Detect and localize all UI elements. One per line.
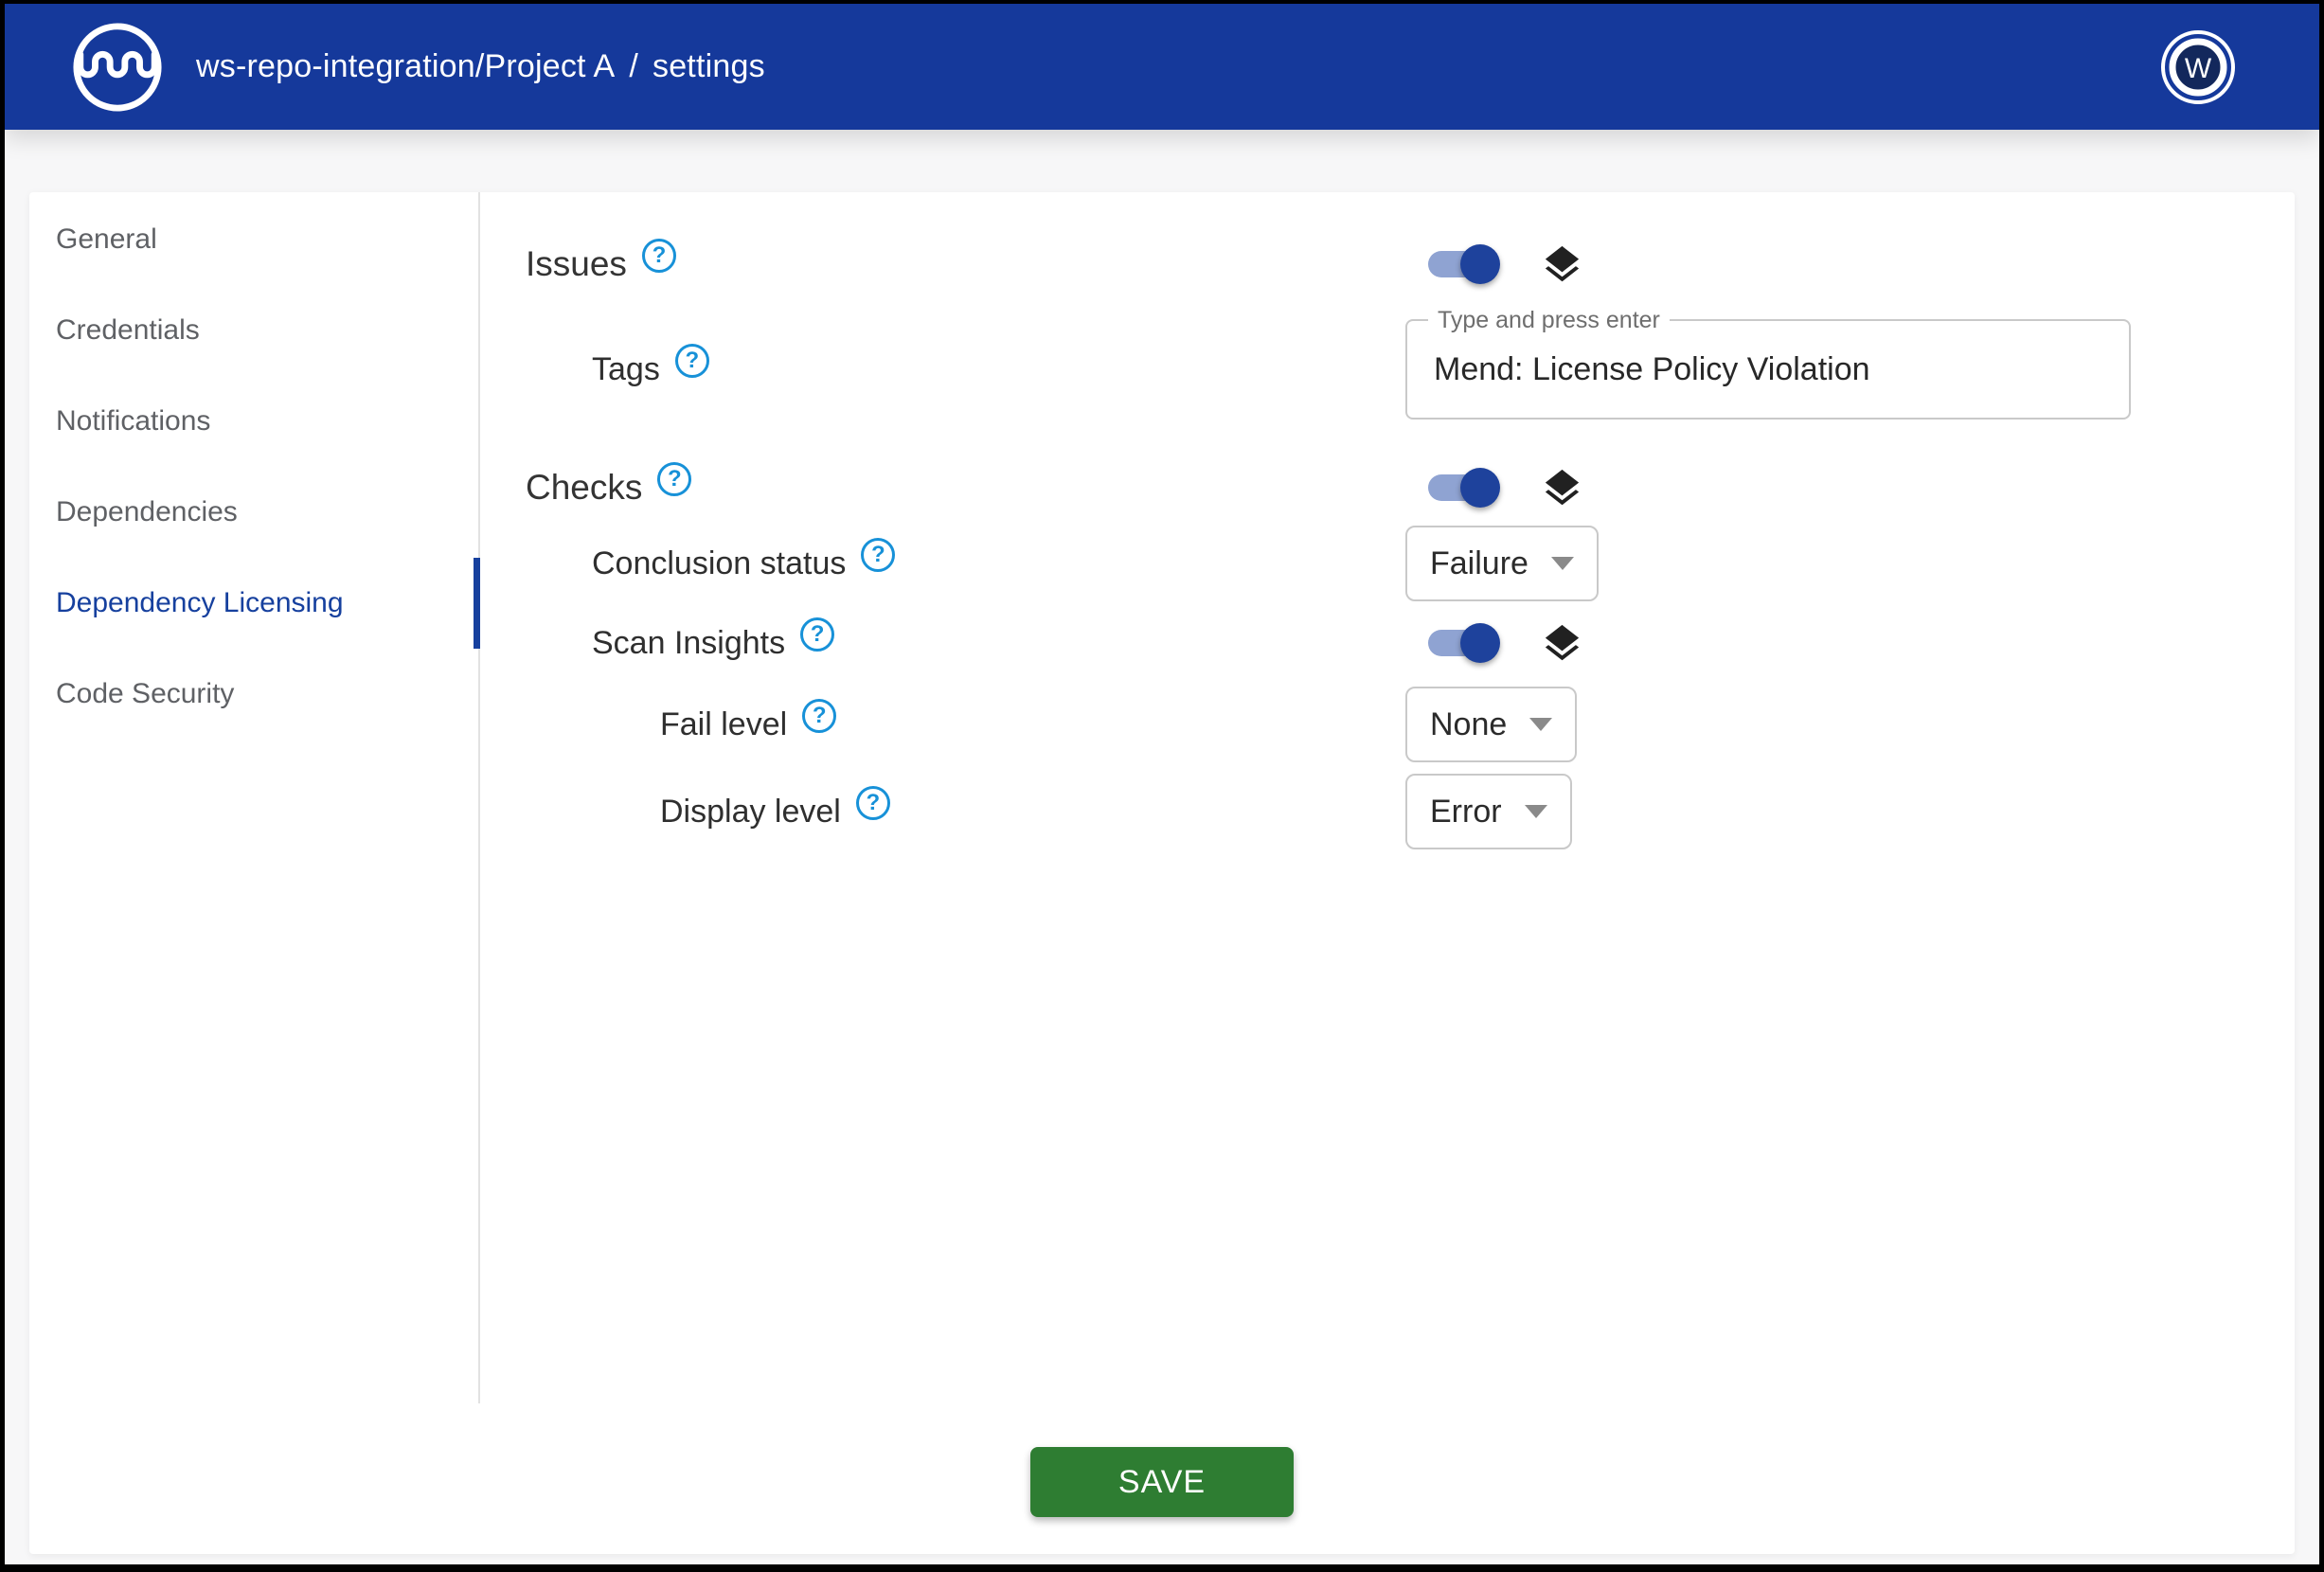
breadcrumb-separator: / xyxy=(629,48,638,85)
conclusion-status-select[interactable]: Failure xyxy=(1405,526,1599,601)
fail-level-select[interactable]: None xyxy=(1405,687,1577,762)
checks-row: Checks ? xyxy=(526,457,2295,518)
help-icon[interactable]: ? xyxy=(856,786,890,820)
scan-insights-toggle[interactable] xyxy=(1428,630,1498,656)
settings-card: General Credentials Notifications Depend… xyxy=(29,192,2295,1554)
sidebar-item-code-security[interactable]: Code Security xyxy=(29,649,478,740)
layers-icon[interactable] xyxy=(1540,242,1584,287)
issues-label: Issues xyxy=(526,244,627,284)
app-window: ws-repo-integration/Project A / settings… xyxy=(0,0,2324,1572)
tags-label: Tags xyxy=(592,351,660,388)
tags-row: Tags ? Type and press enter xyxy=(526,319,2295,420)
user-avatar[interactable]: W xyxy=(2160,29,2236,105)
dropdown-caret-icon xyxy=(1551,557,1574,570)
sidebar-item-dependencies[interactable]: Dependencies xyxy=(29,467,478,558)
conclusion-status-value: Failure xyxy=(1430,545,1528,582)
sidebar-item-notifications[interactable]: Notifications xyxy=(29,376,478,467)
conclusion-status-label: Conclusion status xyxy=(592,545,846,582)
display-level-label: Display level xyxy=(660,794,841,831)
sidebar-item-dependency-licensing[interactable]: Dependency Licensing xyxy=(29,558,478,649)
breadcrumb-page: settings xyxy=(653,48,765,85)
layers-icon[interactable] xyxy=(1540,621,1584,666)
fail-level-value: None xyxy=(1430,706,1507,743)
sidebar-item-credentials[interactable]: Credentials xyxy=(29,285,478,376)
dropdown-caret-icon xyxy=(1529,718,1552,731)
breadcrumb-project: ws-repo-integration/Project A xyxy=(196,48,615,85)
checks-label: Checks xyxy=(526,468,642,508)
settings-sidebar: General Credentials Notifications Depend… xyxy=(29,192,480,1403)
scan-insights-row: Scan Insights ? xyxy=(526,613,2295,673)
fail-level-row: Fail level ? None xyxy=(526,687,2295,762)
help-icon[interactable]: ? xyxy=(642,239,676,273)
help-icon[interactable]: ? xyxy=(802,699,836,733)
mend-logo-icon[interactable] xyxy=(71,21,164,114)
scan-insights-label: Scan Insights xyxy=(592,625,785,662)
issues-toggle[interactable] xyxy=(1428,251,1498,277)
save-row: SAVE xyxy=(29,1403,2295,1554)
help-icon[interactable]: ? xyxy=(861,538,895,572)
help-icon[interactable]: ? xyxy=(800,617,834,652)
layers-icon[interactable] xyxy=(1540,466,1584,510)
page-background: General Credentials Notifications Depend… xyxy=(5,130,2319,1564)
sidebar-item-general[interactable]: General xyxy=(29,194,478,285)
dropdown-caret-icon xyxy=(1525,805,1547,818)
tags-input-container: Type and press enter xyxy=(1405,319,2131,420)
settings-content: Issues ? Tags ? xyxy=(480,192,2295,1403)
display-level-select[interactable]: Error xyxy=(1405,774,1572,849)
conclusion-status-row: Conclusion status ? Failure xyxy=(526,526,2295,601)
help-icon[interactable]: ? xyxy=(657,462,691,496)
display-level-value: Error xyxy=(1430,794,1502,831)
top-header-bar: ws-repo-integration/Project A / settings… xyxy=(5,4,2319,130)
fail-level-label: Fail level xyxy=(660,706,787,743)
avatar-letter: W xyxy=(2185,53,2212,84)
display-level-row: Display level ? Error xyxy=(526,774,2295,849)
checks-toggle[interactable] xyxy=(1428,474,1498,501)
breadcrumb: ws-repo-integration/Project A / settings xyxy=(196,48,765,85)
tags-input-floating-label: Type and press enter xyxy=(1428,307,1670,334)
help-icon[interactable]: ? xyxy=(675,344,709,378)
save-button[interactable]: SAVE xyxy=(1030,1447,1294,1517)
issues-row: Issues ? xyxy=(526,234,2295,295)
tags-input[interactable] xyxy=(1407,351,2129,388)
